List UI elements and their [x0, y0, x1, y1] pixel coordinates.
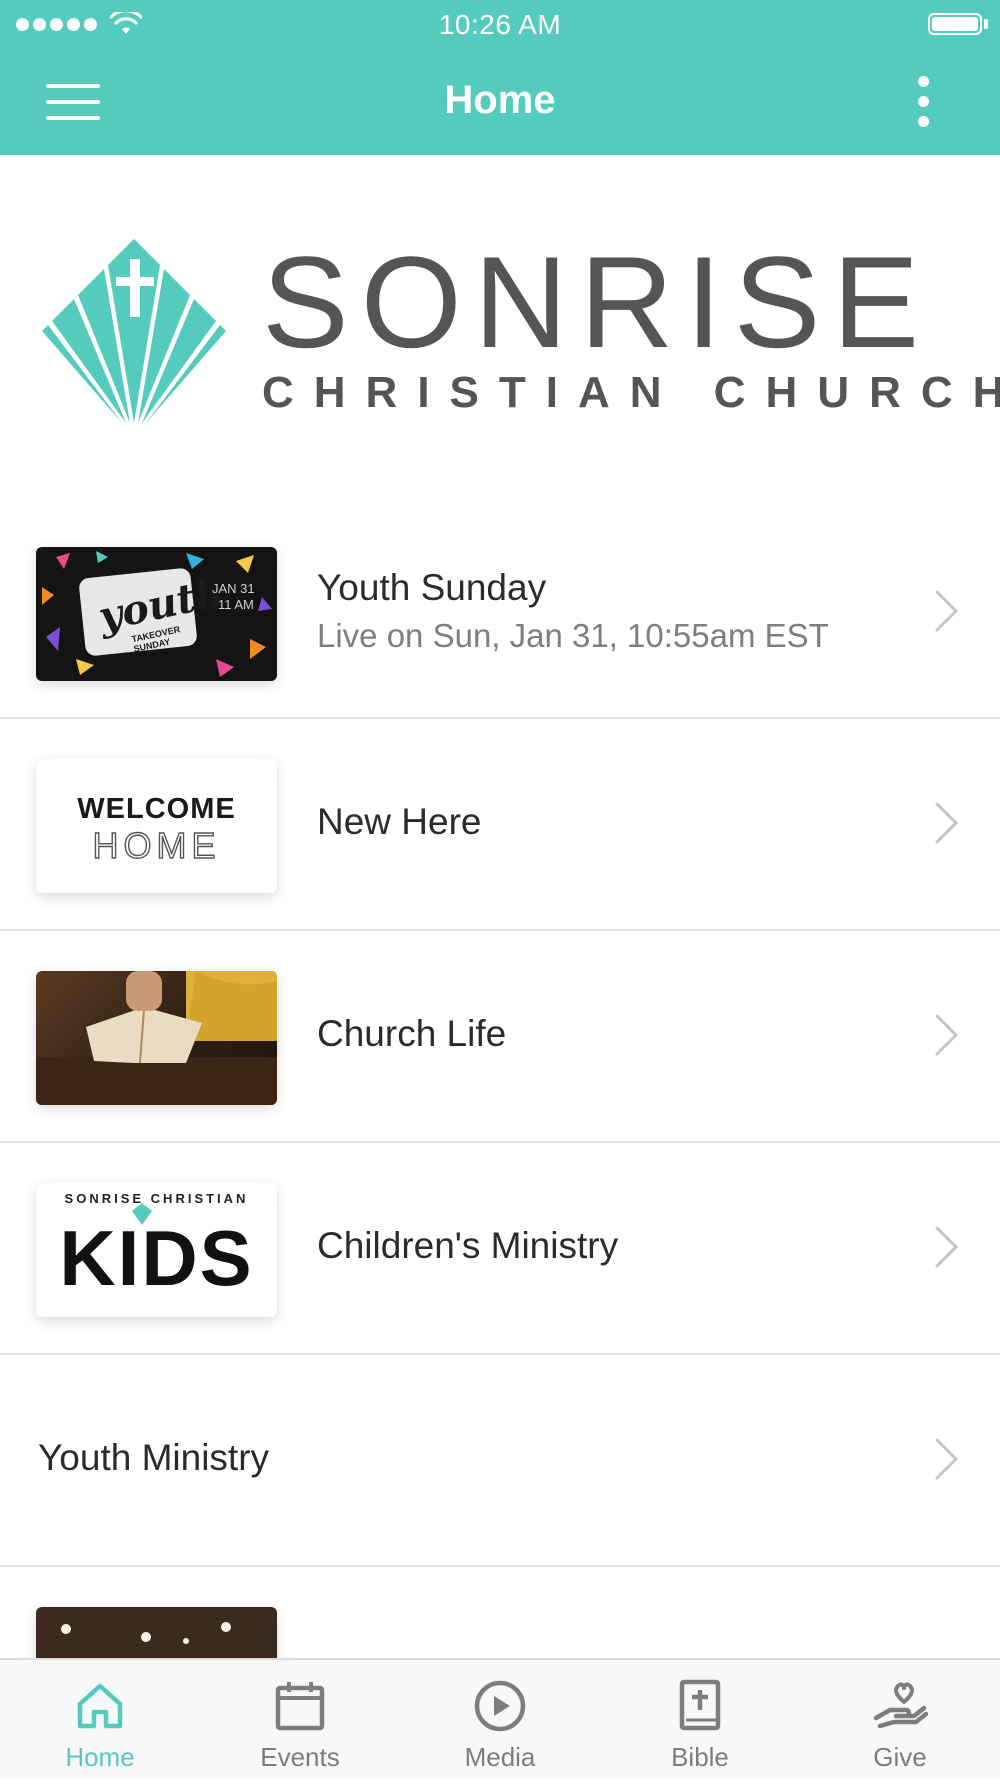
bible-photo-graphic — [36, 971, 277, 1105]
list-item-text: Children's Ministry — [317, 1225, 618, 1267]
tab-events[interactable]: Events — [200, 1660, 400, 1780]
list-item-text: Youth Sunday Live on Sun, Jan 31, 10:55a… — [317, 567, 829, 655]
play-circle-icon — [474, 1680, 526, 1732]
youth-thumb-time: 11 AM — [218, 597, 254, 612]
logo-name: SONRISE — [262, 229, 932, 375]
sonrise-logo-icon — [42, 239, 226, 423]
tab-label: Bible — [671, 1742, 729, 1772]
welcome-thumb-line2: HOME — [92, 824, 221, 866]
list-item-childrens-ministry[interactable]: SONRISE CHRISTIAN KIDS Children's Minist… — [0, 1143, 1000, 1355]
tab-give[interactable]: Give — [800, 1660, 1000, 1780]
app-header: 10:26 AM Home — [0, 0, 1000, 155]
tab-label: Home — [65, 1742, 135, 1772]
calendar-icon — [275, 1682, 325, 1731]
list-item-title: Youth Sunday — [317, 567, 547, 608]
battery-tip — [984, 19, 988, 29]
welcome-thumb-line1: WELCOME — [77, 793, 236, 825]
tab-home[interactable]: Home — [0, 1660, 200, 1780]
list-item-text: Church Life — [317, 1013, 506, 1055]
welcome-home-thumbnail: WELCOME HOME — [36, 759, 277, 893]
list-item-text: Youth Ministry — [38, 1437, 269, 1479]
tab-label: Give — [873, 1742, 927, 1772]
list-item-title: Youth Ministry — [38, 1437, 270, 1478]
tab-label: Events — [260, 1742, 340, 1772]
battery-icon — [928, 13, 982, 35]
list-item-title: New Here — [317, 801, 482, 842]
chevron-right-icon — [935, 1014, 959, 1056]
chevron-right-icon — [935, 1226, 959, 1268]
list-item-title: Church Life — [317, 1013, 507, 1054]
bottom-tab-bar: Home Events Media Bible Give — [0, 1658, 1000, 1778]
list-item-youth-ministry[interactable]: Youth Ministry — [0, 1355, 1000, 1567]
list-item-text: New Here — [317, 801, 482, 843]
bible-icon — [679, 1679, 721, 1731]
status-time: 10:26 AM — [438, 9, 562, 40]
heart-hand-icon — [873, 1682, 928, 1729]
tab-label: Media — [464, 1742, 536, 1772]
list-item-subtitle: Live on Sun, Jan 31, 10:55am EST — [317, 617, 829, 654]
chevron-right-icon — [935, 802, 959, 844]
church-logo: SONRISE CHRISTIAN CHURCH — [0, 155, 1000, 495]
tab-media[interactable]: Media — [400, 1660, 600, 1780]
kids-thumb-line2: KIDS — [59, 1214, 254, 1302]
chevron-right-icon — [935, 1438, 959, 1480]
list-item-church-life[interactable]: Church Life — [0, 931, 1000, 1143]
tab-bible[interactable]: Bible — [600, 1660, 800, 1780]
status-bar: 10:26 AM — [0, 0, 1000, 50]
church-life-thumbnail — [36, 971, 277, 1105]
list-item-title: Children's Ministry — [317, 1225, 619, 1266]
youth-thumb-date: JAN 31 — [212, 581, 255, 596]
home-icon — [77, 1683, 123, 1729]
page-title: Home — [444, 78, 556, 122]
list-item-youth-sunday[interactable]: youth TAKEOVER SUNDAY JAN 31 11 AM Youth… — [0, 507, 1000, 719]
more-vertical-icon[interactable] — [912, 76, 936, 128]
kids-thumbnail: SONRISE CHRISTIAN KIDS — [36, 1183, 277, 1317]
list-item-new-here[interactable]: WELCOME HOME New Here — [0, 719, 1000, 931]
chevron-right-icon — [935, 590, 959, 632]
logo-subtitle: CHRISTIAN CHURCH — [262, 368, 1000, 417]
youth-sunday-thumbnail: youth TAKEOVER SUNDAY JAN 31 11 AM — [36, 547, 277, 681]
